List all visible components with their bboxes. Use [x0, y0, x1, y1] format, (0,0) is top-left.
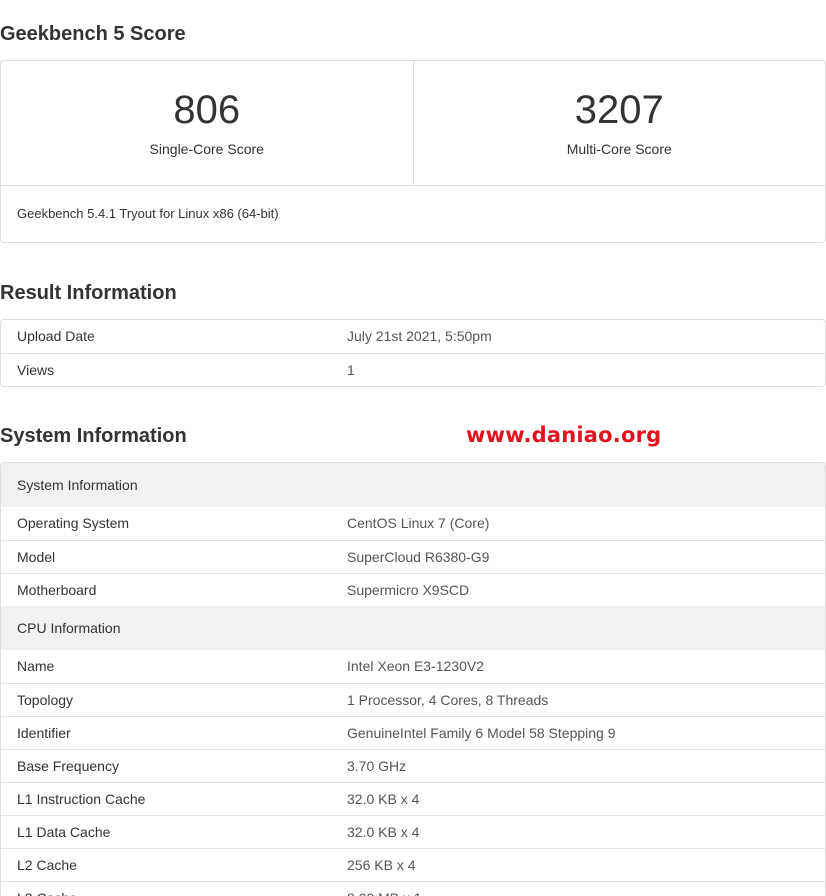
- page: Geekbench 5 Score 806 Single-Core Score …: [0, 0, 826, 896]
- row-value: July 21st 2021, 5:50pm: [347, 328, 492, 344]
- row-key: Views: [17, 362, 55, 378]
- row-key: Base Frequency: [17, 758, 119, 774]
- result-table: Upload Date July 21st 2021, 5:50pm Views…: [0, 319, 826, 387]
- single-core-cell: 806 Single-Core Score: [1, 61, 413, 185]
- row-value: 8.00 MB x 1: [347, 882, 825, 896]
- row-key: L1 Instruction Cache: [17, 791, 146, 807]
- row-key: Motherboard: [17, 582, 97, 598]
- row-key: Operating System: [17, 515, 130, 531]
- group-header-cpu: CPU Information: [1, 606, 825, 650]
- row-value: Intel Xeon E3-1230V2: [347, 658, 484, 674]
- row-value: CentOS Linux 7 (Core): [347, 515, 490, 531]
- row-key: Identifier: [17, 725, 71, 741]
- row-value: 256 KB x 4: [347, 857, 416, 873]
- row-key: Name: [17, 658, 55, 674]
- table-row: Name Intel Xeon E3-1230V2: [1, 650, 825, 683]
- single-core-label: Single-Core Score: [149, 141, 264, 157]
- table-row: Upload Date July 21st 2021, 5:50pm: [1, 320, 825, 353]
- row-value: 32.0 KB x 4: [347, 824, 420, 840]
- system-rows: Operating System CentOS Linux 7 (Core) M…: [1, 507, 825, 606]
- table-row: L3 Cache 8.00 MB x 1: [1, 881, 825, 896]
- multi-core-score: 3207: [574, 88, 664, 132]
- row-value: 1: [347, 362, 355, 378]
- row-key: Model: [17, 549, 56, 565]
- system-table: System Information Operating System Cent…: [0, 462, 826, 896]
- row-key: Upload Date: [17, 328, 95, 344]
- group-header-system: System Information: [1, 463, 825, 507]
- row-value: SuperCloud R6380-G9: [347, 549, 490, 565]
- system-section-title: System Information: [0, 425, 187, 447]
- table-row: Topology 1 Processor, 4 Cores, 8 Threads: [1, 683, 825, 716]
- table-row: L1 Data Cache 32.0 KB x 4: [1, 815, 825, 848]
- single-core-score: 806: [173, 88, 241, 132]
- row-value: 32.0 KB x 4: [347, 791, 420, 807]
- version-footer: Geekbench 5.4.1 Tryout for Linux x86 (64…: [17, 206, 279, 221]
- table-row: Base Frequency 3.70 GHz: [1, 749, 825, 782]
- row-key: L1 Data Cache: [17, 824, 111, 840]
- row-value: Supermicro X9SCD: [347, 582, 470, 598]
- table-row: Model SuperCloud R6380-G9: [1, 540, 825, 573]
- table-row: Operating System CentOS Linux 7 (Core): [1, 507, 825, 540]
- multi-core-label: Multi-Core Score: [566, 141, 672, 157]
- watermark-text: www.daniao.org: [466, 423, 662, 447]
- table-row: Motherboard Supermicro X9SCD: [1, 573, 825, 606]
- table-row: L1 Instruction Cache 32.0 KB x 4: [1, 782, 825, 815]
- multi-core-cell: 3207 Multi-Core Score: [412, 61, 826, 185]
- table-row: L2 Cache 256 KB x 4: [1, 848, 825, 881]
- score-card: 806 Single-Core Score 3207 Multi-Core Sc…: [0, 60, 826, 243]
- score-row: 806 Single-Core Score 3207 Multi-Core Sc…: [1, 61, 825, 186]
- cpu-rows: Name Intel Xeon E3-1230V2 Topology 1 Pro…: [1, 650, 825, 896]
- row-key: L2 Cache: [17, 857, 77, 873]
- row-key: Topology: [17, 692, 74, 708]
- row-key: L3 Cache: [1, 882, 347, 896]
- row-value: GenuineIntel Family 6 Model 58 Stepping …: [347, 725, 616, 741]
- table-row: Identifier GenuineIntel Family 6 Model 5…: [1, 716, 825, 749]
- table-row: Views 1: [1, 353, 825, 386]
- result-section-title: Result Information: [0, 282, 177, 304]
- score-section-title: Geekbench 5 Score: [0, 23, 186, 45]
- row-value: 1 Processor, 4 Cores, 8 Threads: [347, 692, 549, 708]
- row-value: 3.70 GHz: [347, 758, 407, 774]
